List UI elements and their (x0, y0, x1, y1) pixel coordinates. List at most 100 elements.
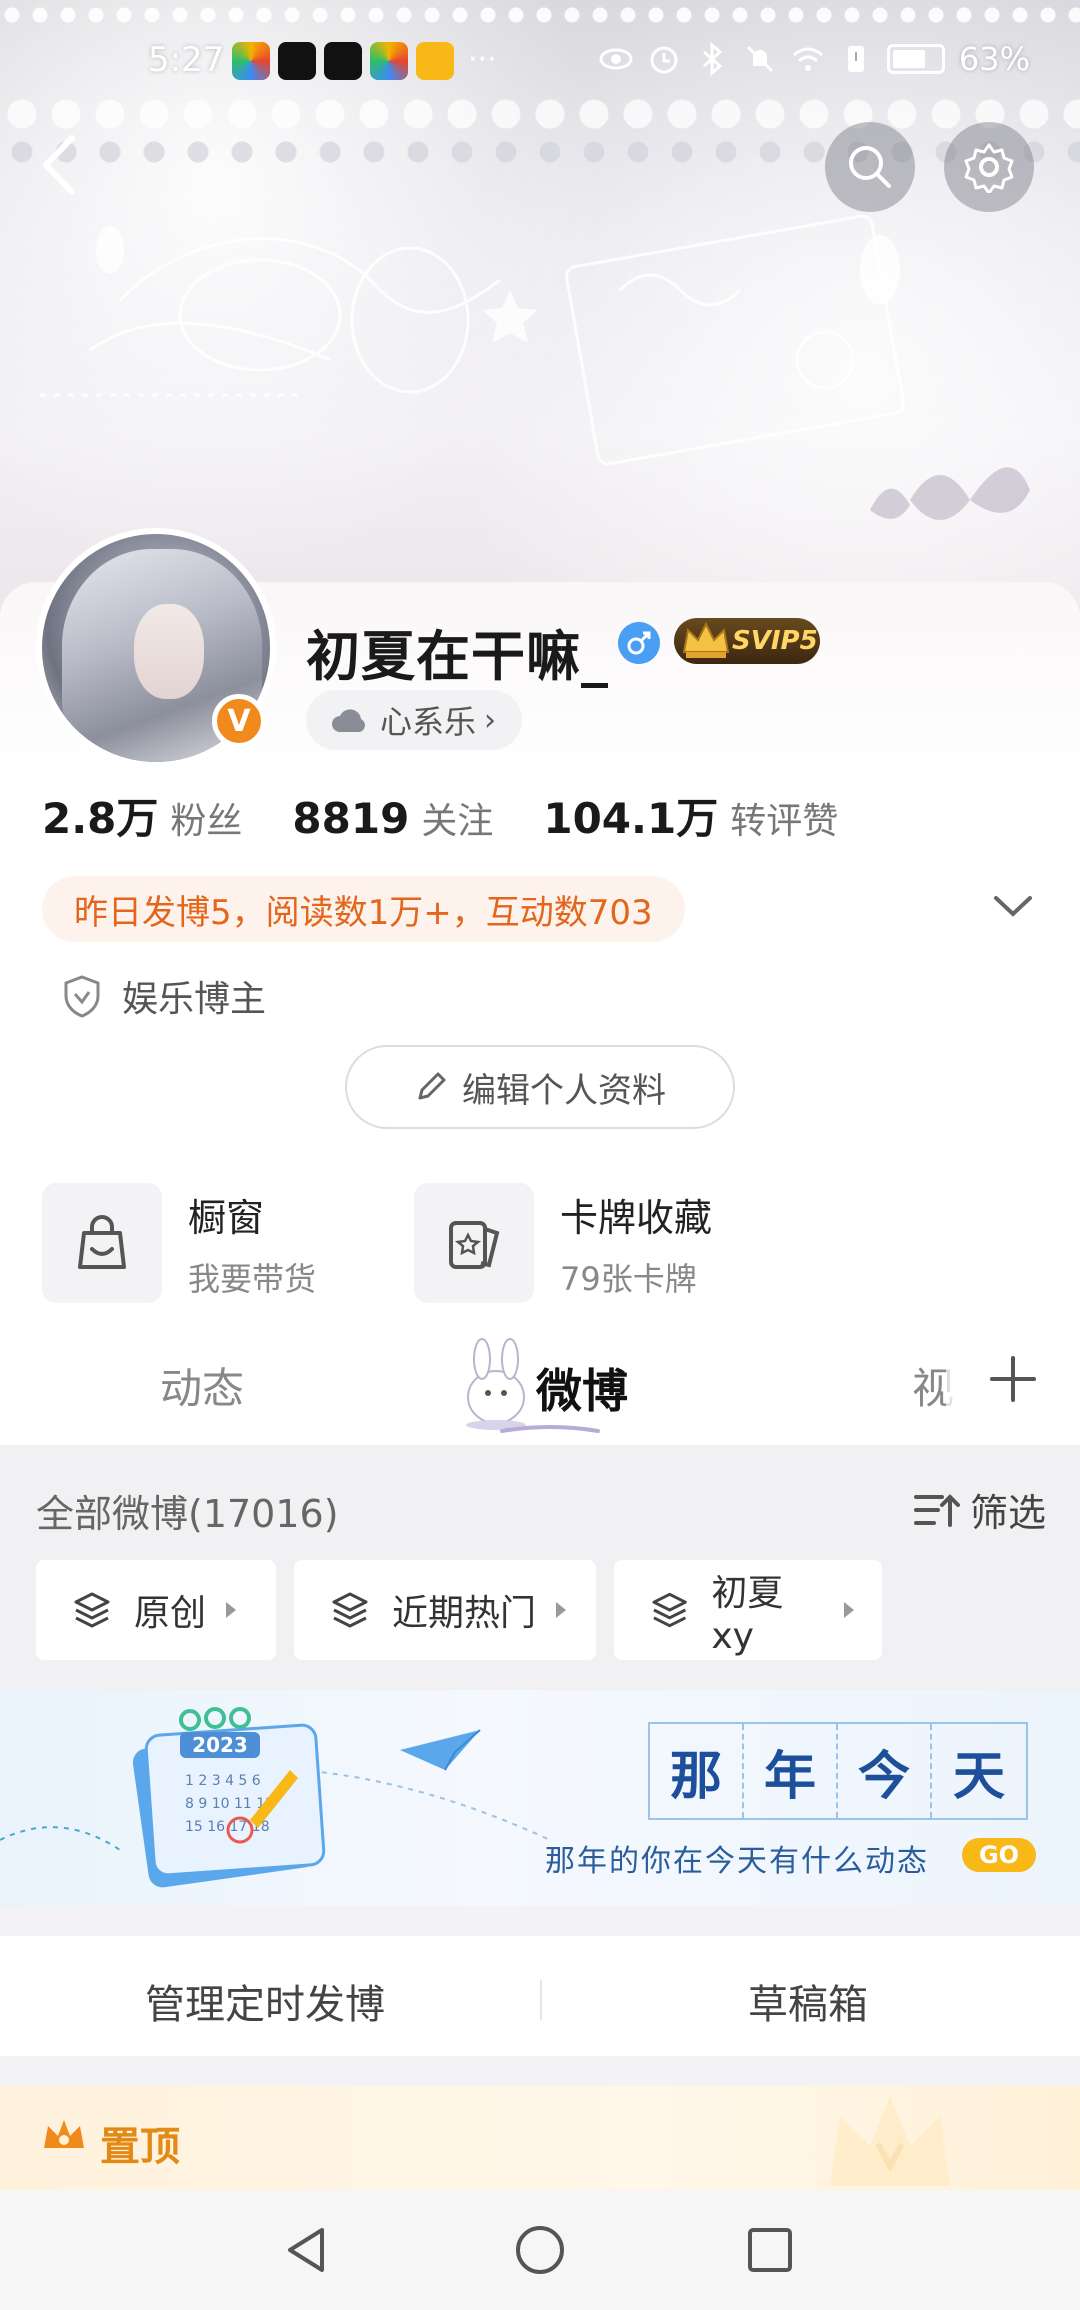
lace-decoration-top (0, 0, 1080, 30)
mute-icon (746, 45, 773, 73)
shortcut-icon-box (42, 1183, 162, 1303)
tab-active-indicator (500, 1425, 600, 1433)
svg-text:1 2 3 4 5 6: 1 2 3 4 5 6 (185, 1773, 261, 1789)
mood-label: 心系乐 (380, 703, 477, 741)
search-button[interactable] (825, 122, 915, 212)
edit-profile-label: 编辑个人资料 (462, 1070, 666, 1111)
title-char: 那 (650, 1724, 744, 1818)
svip-badge[interactable]: SVIP5 (674, 618, 820, 664)
layers-icon (74, 1592, 110, 1628)
pinned-section[interactable]: 置顶 (0, 2086, 1080, 2190)
verified-badge: V (212, 694, 266, 748)
scheduled-posts-button[interactable]: 管理定时发博 (145, 1972, 385, 2030)
pinned-label: 置顶 (100, 2124, 180, 2170)
manage-row: 管理定时发博 草稿箱 (0, 1936, 1080, 2056)
svip-label: SVIP5 (732, 626, 818, 656)
status-bar: 5:27 ··· 63% (0, 30, 1080, 94)
caret-right-icon (226, 1602, 237, 1618)
on-this-day-title: 那 年 今 天 (648, 1722, 1028, 1820)
chevron-down-icon[interactable] (990, 886, 1036, 926)
chip-label: 近期热门 (392, 1593, 537, 1634)
app-notification-icon (370, 42, 408, 80)
app-notification-icon (232, 42, 270, 80)
stats-row: 2.8万 粉丝 8819 关注 104.1万 转评赞 (42, 785, 888, 846)
tiktok-icon (278, 42, 316, 80)
following-label[interactable]: 关注 (421, 792, 493, 844)
settings-button[interactable] (944, 122, 1034, 212)
crown-icon (44, 2120, 84, 2148)
tab-activity[interactable]: 动态 (160, 1355, 244, 1416)
insight-pill[interactable]: 昨日发博5，阅读数1万+，互动数703 (42, 876, 685, 942)
caret-right-icon (556, 1602, 567, 1618)
section-divider (0, 1906, 1080, 1936)
sim-alert-icon (847, 46, 864, 72)
shortcut-title: 橱窗 (188, 1195, 265, 1240)
filter-chip-original[interactable]: 原创 (36, 1560, 276, 1660)
mood-status-pill[interactable]: 心系乐 › (306, 690, 523, 750)
chip-label: 原创 (134, 1593, 207, 1634)
alarm-icon (650, 46, 678, 74)
drafts-button[interactable]: 草稿箱 (748, 1972, 868, 2030)
interactions-count[interactable]: 104.1万 (543, 785, 718, 846)
tab-weibo[interactable]: 微博 (536, 1355, 628, 1421)
status-time: 5:27 (148, 40, 225, 80)
shield-icon (64, 975, 100, 1018)
tiktok-icon (324, 42, 362, 80)
layers-icon (652, 1592, 687, 1628)
title-char: 今 (838, 1724, 932, 1818)
chip-label: 初夏xy (711, 1572, 784, 1657)
edit-profile-button[interactable]: 编辑个人资料 (345, 1045, 735, 1129)
system-home-icon[interactable] (512, 2222, 568, 2278)
system-back-icon[interactable] (280, 2222, 336, 2278)
followers-count[interactable]: 2.8万 (42, 785, 158, 846)
pencil-icon (418, 1072, 446, 1100)
interactions-label[interactable]: 转评赞 (730, 792, 838, 844)
system-recents-icon[interactable] (742, 2222, 798, 2278)
card-icon (449, 1221, 500, 1269)
shortcut-subtitle: 79张卡牌 (560, 1259, 697, 1298)
title-char: 年 (744, 1724, 838, 1818)
battery-percent: 63% (958, 40, 1030, 78)
layers-icon (332, 1592, 368, 1628)
weibo-icon (416, 42, 454, 80)
filter-button[interactable]: 筛选 (912, 1482, 1046, 1537)
shortcut-card-collection[interactable]: 卡牌收藏 79张卡牌 (414, 1183, 712, 1303)
bunny-mascot-icon (466, 1338, 526, 1430)
filter-chip-hot[interactable]: 近期热门 (294, 1560, 596, 1660)
chevron-right-icon: › (484, 702, 497, 738)
filter-label: 筛选 (970, 1491, 1047, 1535)
section-divider (0, 2056, 1080, 2086)
crown-icon (682, 621, 730, 658)
male-gender-icon (618, 622, 660, 664)
back-arrow-icon[interactable] (30, 130, 90, 200)
add-tab-button[interactable] (946, 1327, 1080, 1431)
status-notification-icons: ··· (232, 42, 497, 80)
on-this-day-banner[interactable]: 2023 1 2 3 4 5 6 8 9 10 11 12 15 16 17 1… (0, 1690, 1080, 1906)
title-char: 天 (952, 1745, 1005, 1807)
more-notifications-icon: ··· (468, 42, 497, 77)
calendar-illustration: 2023 1 2 3 4 5 6 8 9 10 11 12 15 16 17 1… (0, 1707, 551, 1888)
filter-chip-custom[interactable]: 初夏xy (614, 1560, 882, 1660)
creator-tag[interactable]: 娱乐博主 (62, 970, 266, 1022)
shortcut-icon-box (414, 1183, 534, 1303)
shopping-bag-icon (78, 1215, 126, 1269)
battery-icon (886, 44, 945, 74)
shortcut-showcase[interactable]: 橱窗 我要带货 (42, 1183, 316, 1303)
on-this-day-subtitle: 那年的你在今天有什么动态 (545, 1844, 929, 1879)
all-posts-count: 全部微博(17016) (36, 1492, 339, 1536)
search-icon (849, 146, 891, 188)
shortcut-title: 卡牌收藏 (560, 1195, 713, 1240)
plus-icon (990, 1356, 1036, 1402)
go-button[interactable]: GO (962, 1838, 1036, 1872)
username: 初夏在干嘛_ (306, 625, 609, 688)
cloud-icon (332, 709, 365, 732)
avatar-face (134, 604, 204, 699)
creator-tag-label: 娱乐博主 (122, 979, 267, 1020)
following-count[interactable]: 8819 (292, 794, 409, 843)
followers-label[interactable]: 粉丝 (170, 792, 242, 844)
divider (540, 1980, 542, 2020)
gear-icon (964, 143, 1014, 193)
profile-tabs: 动态 微博 视 (0, 1315, 1080, 1445)
calendar-year: 2023 (192, 1733, 248, 1757)
eye-icon (599, 48, 633, 70)
